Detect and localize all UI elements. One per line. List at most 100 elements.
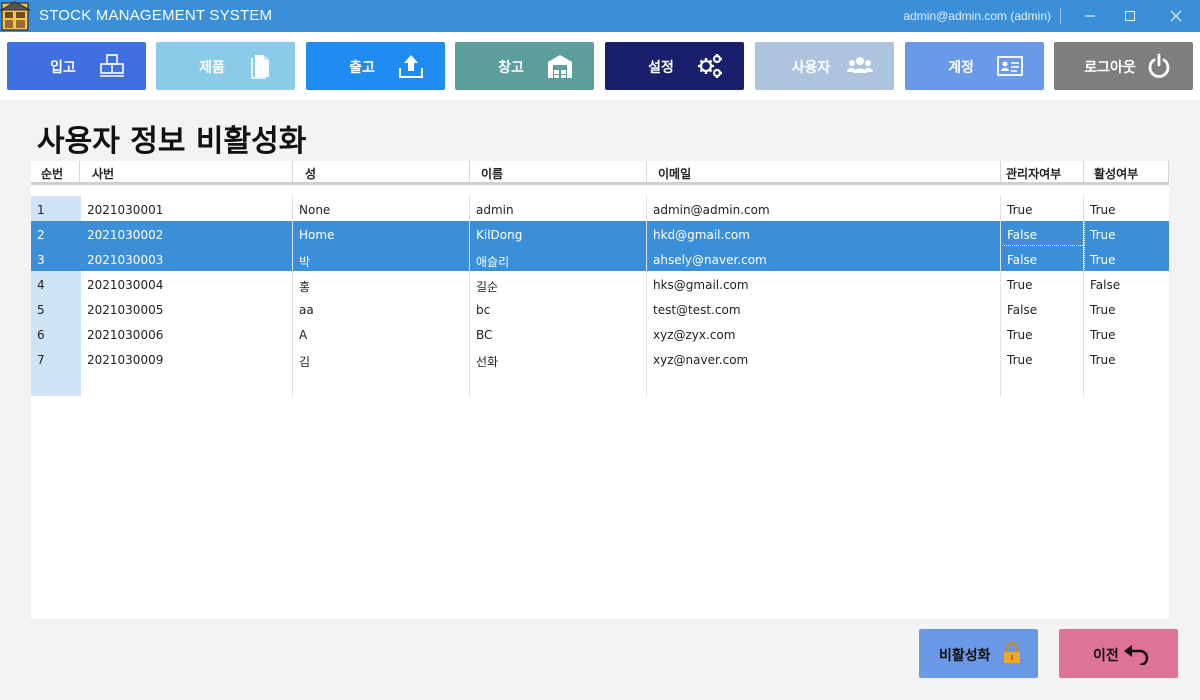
- cell-emp-id[interactable]: 2021030005: [81, 296, 293, 321]
- column-header-first-name[interactable]: 이름: [470, 161, 647, 182]
- table-row[interactable]: 3 2021030003 박 애슬리 ahsely@naver.com False True: [31, 245, 1169, 272]
- cell-email[interactable]: xyz@naver.com: [647, 346, 1001, 371]
- minimize-icon: [1085, 15, 1095, 17]
- table-row[interactable]: 1 2021030001 None admin admin@admin.com True T…: [31, 196, 1169, 221]
- users-icon: [847, 57, 873, 73]
- receive-box-icon: [100, 54, 124, 77]
- cell-is-admin[interactable]: False: [1000, 245, 1085, 272]
- cell-first-name[interactable]: 선화: [470, 346, 647, 371]
- table-row[interactable]: 7 2021030009 김 선화 xyz@naver.com True True: [31, 346, 1169, 371]
- cell-active[interactable]: True: [1084, 246, 1169, 271]
- warehouse-icon: [548, 55, 572, 78]
- cell-active[interactable]: True: [1084, 321, 1169, 346]
- cell-email[interactable]: xyz@zyx.com: [647, 321, 1001, 346]
- column-divider: [292, 196, 293, 396]
- power-icon: [1148, 53, 1170, 78]
- document-icon: [251, 55, 269, 79]
- cell-first-name[interactable]: BC: [470, 321, 647, 346]
- cell-is-admin[interactable]: False: [1001, 296, 1084, 321]
- cell-no[interactable]: 2: [31, 221, 81, 246]
- back-button[interactable]: 이전: [1059, 629, 1178, 678]
- app-title: STOCK MANAGEMENT SYSTEM: [39, 7, 273, 24]
- cell-active[interactable]: True: [1084, 221, 1169, 246]
- cell-is-admin[interactable]: False: [1000, 220, 1085, 247]
- nav-button-ship[interactable]: 출고: [306, 42, 445, 90]
- cell-email[interactable]: admin@admin.com: [647, 196, 1001, 221]
- cell-last-name[interactable]: Home: [293, 221, 470, 246]
- return-arrow-icon: [1124, 645, 1149, 665]
- cell-no[interactable]: 1: [31, 196, 81, 221]
- nav-button-users[interactable]: 사용자: [755, 42, 894, 90]
- nav-button-receive[interactable]: 입고: [7, 42, 146, 90]
- cell-first-name[interactable]: bc: [470, 296, 647, 321]
- cell-active[interactable]: True: [1084, 346, 1169, 371]
- cell-no[interactable]: 4: [31, 271, 81, 296]
- cell-email[interactable]: ahsely@naver.com: [647, 246, 1001, 271]
- cell-last-name[interactable]: None: [293, 196, 470, 221]
- cell-is-admin[interactable]: True: [1001, 271, 1084, 296]
- table-row[interactable]: 5 2021030005 aa bc test@test.com False True: [31, 296, 1169, 321]
- close-button[interactable]: [1156, 0, 1196, 32]
- column-divider: [469, 196, 470, 396]
- nav-toolbar: 입고 제품 출고 창고 설정 사용자 계정 로그아웃: [0, 32, 1200, 100]
- close-icon: [1170, 10, 1182, 22]
- deactivate-label: 비활성화: [939, 648, 991, 664]
- back-label: 이전: [1093, 648, 1119, 664]
- cell-emp-id[interactable]: 2021030004: [81, 271, 293, 296]
- warehouse-logo-icon: [0, 0, 32, 32]
- cell-active[interactable]: True: [1084, 296, 1169, 321]
- cell-emp-id[interactable]: 2021030006: [81, 321, 293, 346]
- cell-active[interactable]: True: [1084, 196, 1169, 221]
- title-bar: STOCK MANAGEMENT SYSTEM admin@admin.com …: [0, 0, 1200, 32]
- cell-first-name[interactable]: 애슬리: [470, 246, 647, 271]
- cell-no[interactable]: 5: [31, 296, 81, 321]
- column-header-last-name[interactable]: 성: [293, 161, 470, 182]
- table-row[interactable]: 2 2021030002 Home KilDong hkd@gmail.com False…: [31, 220, 1169, 247]
- cell-last-name[interactable]: A: [293, 321, 470, 346]
- cell-emp-id[interactable]: 2021030009: [81, 346, 293, 371]
- cell-emp-id[interactable]: 2021030003: [81, 246, 293, 271]
- cell-emp-id[interactable]: 2021030002: [81, 221, 293, 246]
- column-header-email[interactable]: 이메일: [647, 161, 1001, 182]
- nav-button-warehouse[interactable]: 창고: [455, 42, 594, 90]
- cell-last-name[interactable]: aa: [293, 296, 470, 321]
- cell-last-name[interactable]: 김: [293, 346, 470, 371]
- cell-no[interactable]: 7: [31, 346, 81, 371]
- column-header-is-admin[interactable]: 관리자여부: [1001, 161, 1084, 182]
- cell-is-admin[interactable]: True: [1001, 321, 1084, 346]
- cell-is-admin[interactable]: True: [1001, 196, 1084, 221]
- maximize-icon: [1125, 11, 1135, 21]
- cell-email[interactable]: hks@gmail.com: [647, 271, 1001, 296]
- column-header-active[interactable]: 활성여부: [1084, 161, 1169, 182]
- cell-last-name[interactable]: 홍: [293, 271, 470, 296]
- cell-no[interactable]: 6: [31, 321, 81, 346]
- minimize-button[interactable]: [1070, 0, 1110, 32]
- cell-last-name[interactable]: 박: [293, 246, 470, 271]
- cell-first-name[interactable]: 길순: [470, 271, 647, 296]
- id-card-icon: [997, 56, 1023, 76]
- cell-emp-id[interactable]: 2021030001: [81, 196, 293, 221]
- gears-icon: [698, 54, 722, 78]
- deactivate-button[interactable]: 비활성화: [919, 629, 1038, 678]
- cell-active[interactable]: False: [1084, 271, 1169, 296]
- cell-first-name[interactable]: admin: [470, 196, 647, 221]
- current-account: admin@admin.com (admin): [903, 9, 1051, 23]
- nav-button-settings[interactable]: 설정: [605, 42, 744, 90]
- cell-email[interactable]: test@test.com: [647, 296, 1001, 321]
- title-divider: [1060, 8, 1061, 24]
- page-title: 사용자 정보 비활성화: [37, 124, 307, 159]
- cell-email[interactable]: hkd@gmail.com: [647, 221, 1001, 246]
- column-divider: [1083, 196, 1084, 396]
- cell-no[interactable]: 3: [31, 246, 81, 271]
- table-row[interactable]: 6 2021030006 A BC xyz@zyx.com True True: [31, 321, 1169, 346]
- maximize-button[interactable]: [1110, 0, 1150, 32]
- cell-first-name[interactable]: KilDong: [470, 221, 647, 246]
- table-row[interactable]: 4 2021030004 홍 길순 hks@gmail.com True False: [31, 271, 1169, 296]
- column-header-emp-id[interactable]: 사번: [81, 161, 293, 182]
- cell-is-admin[interactable]: True: [1001, 346, 1084, 371]
- nav-button-logout[interactable]: 로그아웃: [1054, 42, 1193, 90]
- nav-button-products[interactable]: 제품: [156, 42, 295, 90]
- column-header-no[interactable]: 순번: [31, 161, 80, 182]
- users-data-grid[interactable]: 순번 사번 성 이름 이메일 관리자여부 활성여부 1 2021030001 Non…: [31, 161, 1169, 619]
- nav-button-account[interactable]: 계정: [905, 42, 1044, 90]
